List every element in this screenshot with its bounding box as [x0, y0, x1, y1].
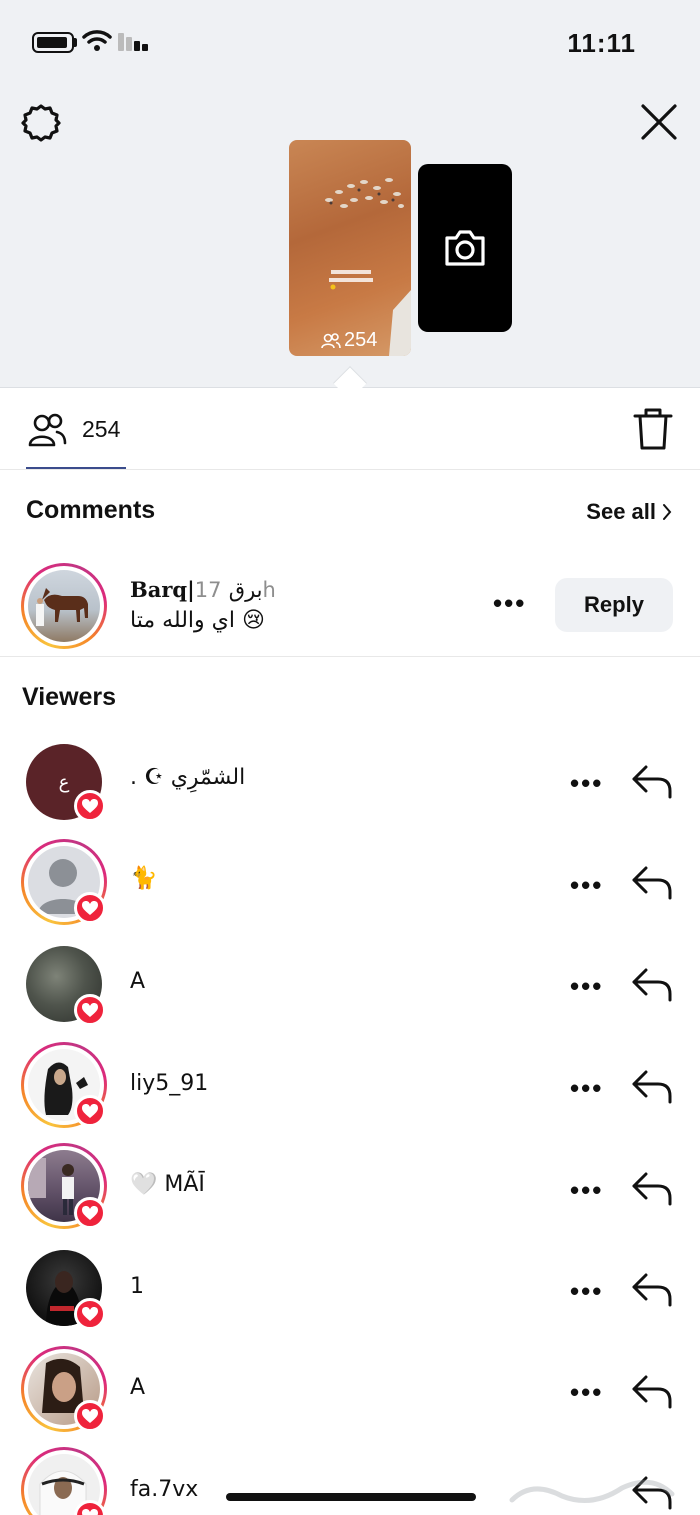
heart-icon	[74, 892, 106, 924]
camera-icon	[445, 230, 485, 266]
story-image-corner	[389, 290, 411, 356]
reply-arrow-icon[interactable]	[630, 964, 674, 1004]
reply-arrow-icon[interactable]	[630, 1371, 674, 1411]
viewers-tab-count[interactable]: 254	[82, 416, 120, 443]
commenter-avatar[interactable]	[21, 563, 107, 649]
heart-icon	[74, 1095, 106, 1127]
battery-cap	[74, 38, 77, 47]
heart-icon	[74, 1298, 106, 1330]
viewer-more-options-icon[interactable]: •••	[570, 1073, 603, 1104]
viewers-tab-icon[interactable]	[28, 412, 68, 448]
status-time: 11:11	[567, 28, 636, 58]
viewer-more-options-icon[interactable]: •••	[570, 971, 603, 1002]
heart-icon	[74, 1400, 106, 1432]
story-viewer-count: 254	[321, 329, 377, 352]
signal-icon	[118, 33, 148, 51]
viewer-more-options-icon[interactable]: •••	[570, 1377, 603, 1408]
see-all-label: See all	[586, 499, 656, 524]
viewer-more-options-icon[interactable]: •••	[570, 1276, 603, 1307]
comment-more-options-icon[interactable]: •••	[493, 588, 526, 619]
viewer-name[interactable]: . ☪ الشمّرِي	[130, 765, 245, 790]
viewer-name[interactable]: A	[130, 1375, 145, 1400]
heart-icon	[74, 994, 106, 1026]
comments-heading: Comments	[26, 496, 156, 524]
story-viewer-count-value: 254	[344, 329, 378, 351]
viewers-icon	[321, 332, 341, 348]
wifi-icon	[82, 30, 112, 51]
comment-username-arabic: برق	[228, 578, 263, 602]
viewer-name[interactable]: A	[130, 969, 145, 994]
see-all-comments-link[interactable]: See all	[586, 499, 672, 525]
tab-active-underline	[26, 467, 126, 469]
battery-icon	[32, 32, 74, 53]
reply-arrow-icon[interactable]	[630, 1168, 674, 1208]
comment-username[interactable]: Barq| برق 17h	[130, 577, 276, 602]
viewer-more-options-icon[interactable]: •••	[570, 870, 603, 901]
heart-icon	[74, 790, 106, 822]
heart-icon	[74, 1197, 106, 1229]
status-bar: 11:11	[0, 0, 700, 80]
story-image-camels	[325, 178, 404, 208]
viewer-name[interactable]: fa.7vx	[130, 1477, 198, 1502]
story-caption-sticker	[329, 270, 373, 290]
close-icon[interactable]	[638, 101, 680, 143]
watermark-logo	[509, 1479, 675, 1503]
reply-arrow-icon[interactable]	[630, 862, 674, 902]
comment-username-latin: Barq|	[130, 577, 195, 602]
viewer-name[interactable]: 1	[130, 1274, 144, 1299]
viewer-avatar-letter: ع	[58, 771, 70, 792]
reply-button[interactable]: Reply	[555, 578, 673, 632]
settings-gear-icon[interactable]	[20, 102, 62, 144]
home-indicator[interactable]	[226, 1493, 476, 1501]
reply-arrow-icon[interactable]	[630, 1269, 674, 1309]
viewer-name[interactable]: 🐈	[130, 866, 157, 891]
horse-photo	[36, 588, 88, 626]
viewers-heading: Viewers	[22, 683, 117, 711]
trash-icon[interactable]	[632, 406, 674, 452]
section-divider	[0, 656, 700, 657]
viewer-name[interactable]: liy5_91	[130, 1071, 208, 1096]
comment-text: اي والله متا 😢	[130, 608, 265, 633]
viewer-name[interactable]: 🤍 MÃĪ	[130, 1172, 205, 1197]
viewer-more-options-icon[interactable]: •••	[570, 1175, 603, 1206]
add-story-camera-button[interactable]	[418, 164, 512, 332]
story-thumbnail[interactable]: 254	[289, 140, 411, 356]
reply-arrow-icon[interactable]	[630, 1066, 674, 1106]
chevron-right-icon	[663, 504, 672, 520]
viewer-more-options-icon[interactable]: •••	[570, 768, 603, 799]
reply-arrow-icon[interactable]	[630, 761, 674, 801]
